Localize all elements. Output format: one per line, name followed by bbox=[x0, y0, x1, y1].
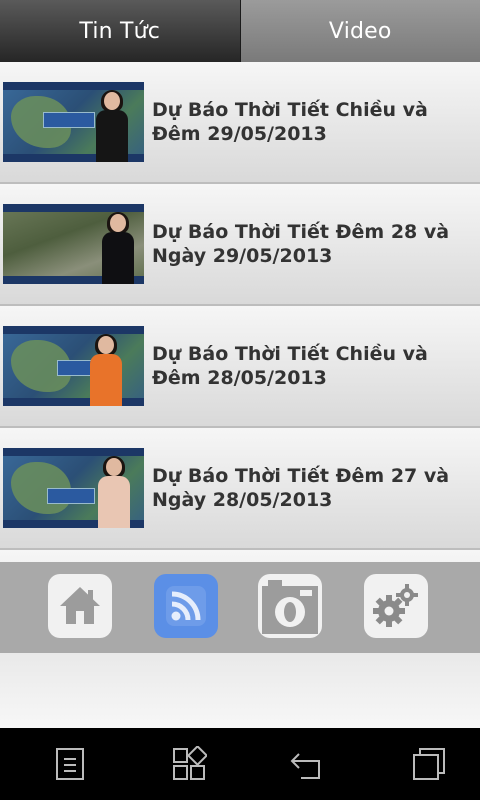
tab-video-label: Video bbox=[328, 18, 392, 44]
tab-video[interactable]: Video bbox=[240, 0, 480, 62]
camera-button[interactable] bbox=[258, 574, 322, 638]
rss-icon bbox=[166, 586, 206, 626]
video-thumbnail bbox=[3, 326, 144, 406]
list-item[interactable]: Dự Báo Thời Tiết Chiều và Đêm 28/05/2013 bbox=[0, 306, 480, 428]
bottom-dock bbox=[0, 562, 480, 653]
system-navigation-bar bbox=[0, 728, 480, 800]
tab-news-label: Tin Tức bbox=[79, 18, 161, 44]
apps-grid-icon[interactable] bbox=[171, 746, 207, 782]
video-thumbnail bbox=[3, 82, 144, 162]
list-item[interactable] bbox=[0, 550, 480, 562]
video-title: Dự Báo Thời Tiết Chiều và Đêm 29/05/2013 bbox=[152, 99, 428, 145]
list-item[interactable]: Dự Báo Thời Tiết Đêm 27 và Ngày 28/05/20… bbox=[0, 428, 480, 550]
back-icon[interactable] bbox=[289, 746, 325, 782]
settings-gears-icon bbox=[373, 584, 418, 627]
video-title: Dự Báo Thời Tiết Đêm 28 và Ngày 29/05/20… bbox=[152, 221, 450, 267]
list-item[interactable]: Dự Báo Thời Tiết Chiều và Đêm 29/05/2013 bbox=[0, 62, 480, 184]
tab-news[interactable]: Tin Tức bbox=[0, 0, 241, 62]
video-title: Dự Báo Thời Tiết Chiều và Đêm 28/05/2013 bbox=[152, 343, 428, 389]
list-item[interactable]: Dự Báo Thời Tiết Đêm 28 và Ngày 29/05/20… bbox=[0, 184, 480, 306]
video-list[interactable]: Dự Báo Thời Tiết Chiều và Đêm 29/05/2013… bbox=[0, 62, 480, 562]
video-thumbnail bbox=[3, 448, 144, 528]
home-button[interactable] bbox=[48, 574, 112, 638]
settings-button[interactable] bbox=[364, 574, 428, 638]
menu-icon[interactable] bbox=[52, 746, 88, 782]
rss-button[interactable] bbox=[154, 574, 218, 638]
recent-apps-icon[interactable] bbox=[411, 746, 447, 782]
video-thumbnail bbox=[3, 204, 144, 284]
home-icon bbox=[60, 587, 100, 624]
camera-icon bbox=[262, 580, 318, 634]
video-title: Dự Báo Thời Tiết Đêm 27 và Ngày 28/05/20… bbox=[152, 465, 450, 511]
top-tab-bar: Tin Tức Video bbox=[0, 0, 480, 62]
empty-area bbox=[0, 653, 480, 728]
